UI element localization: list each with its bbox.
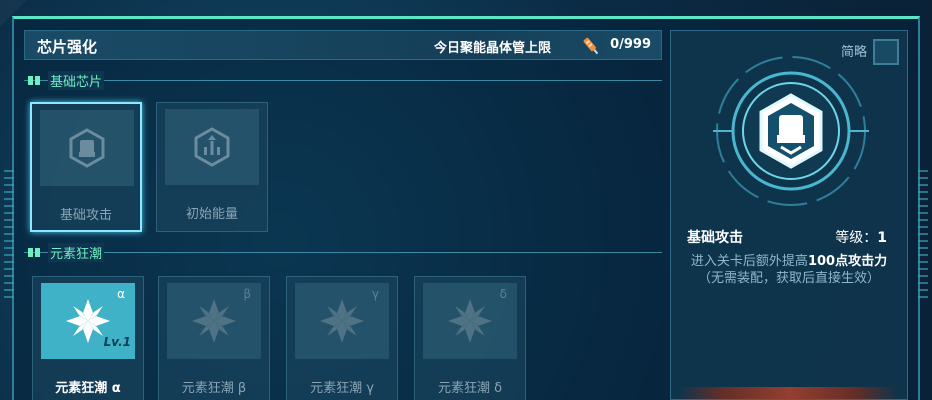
detail-level: 等级：1	[835, 227, 887, 247]
snowflake-icon	[448, 299, 492, 343]
chip-element-delta[interactable]: δ 元素狂潮 δ	[414, 276, 526, 400]
chip-greek-letter: β	[243, 287, 251, 301]
detail-description: 进入关卡后额外提高100点攻击力 （无需装配，获取后直接生效）	[671, 253, 907, 287]
snowflake-icon	[320, 299, 364, 343]
desc-text: 进入关卡后额外提高	[690, 254, 808, 269]
daily-limit-value: 0/999	[610, 37, 651, 52]
chip-label: 元素狂潮 β	[181, 381, 247, 396]
section-title: 元素狂潮	[48, 243, 105, 262]
daily-limit-label: 今日聚能晶体管上限	[433, 41, 551, 56]
chip-label: 元素狂潮 γ	[310, 381, 374, 396]
fist-icon	[69, 128, 105, 168]
desc-note: （无需装配，获取后直接生效）	[697, 271, 880, 286]
right-rail-decoration	[918, 170, 928, 300]
chip-label: 初始能量	[185, 207, 238, 222]
chip-label: 元素狂潮 α	[55, 381, 121, 396]
chip-element-alpha[interactable]: α Lv.1 元素狂潮 α	[32, 276, 144, 400]
chip-greek-letter: α	[117, 287, 125, 301]
left-rail-decoration	[4, 170, 14, 300]
chip-initial-energy[interactable]: 初始能量	[156, 102, 268, 232]
chip-greek-letter: δ	[499, 287, 507, 301]
chip-basic-attack[interactable]: 基础攻击	[30, 102, 142, 232]
chip-emblem-icon	[713, 56, 869, 206]
energy-icon	[194, 127, 230, 167]
bottom-warning-strip	[679, 387, 899, 399]
chip-list-panel: 芯片强化 今日聚能晶体管上限 0/999 基础芯片 基础攻击 初始能量 元素狂潮…	[24, 30, 662, 400]
chip-element-beta[interactable]: β 元素狂潮 β	[158, 276, 270, 400]
chip-detail-panel: 简略 基础攻击 等级：1 进入关卡后额外提高100点攻击力 （无需装配，获取后直…	[670, 30, 908, 400]
section-header-basic: 基础芯片	[24, 70, 662, 90]
chip-element-gamma[interactable]: γ 元素狂潮 γ	[286, 276, 398, 400]
chip-level-badge: Lv.1	[103, 335, 131, 349]
detail-level-value: 1	[877, 230, 887, 246]
chip-label: 元素狂潮 δ	[437, 381, 503, 396]
detail-chip-name: 基础攻击	[687, 230, 743, 246]
section-header-element: 元素狂潮	[24, 242, 662, 262]
section-marker-icon	[28, 76, 40, 85]
detail-level-label: 等级：	[835, 230, 878, 246]
chip-label: 基础攻击	[59, 208, 112, 223]
section-marker-icon	[28, 248, 40, 257]
section-title: 基础芯片	[48, 71, 105, 90]
panel-header: 芯片强化 今日聚能晶体管上限 0/999	[24, 30, 662, 60]
page-title: 芯片强化	[37, 38, 98, 56]
chip-greek-letter: γ	[371, 287, 379, 301]
transistor-crystal-icon	[583, 37, 599, 55]
snowflake-icon	[192, 299, 236, 343]
desc-highlight: 100点攻击力	[807, 254, 888, 269]
brief-toggle-checkbox[interactable]	[873, 39, 899, 65]
